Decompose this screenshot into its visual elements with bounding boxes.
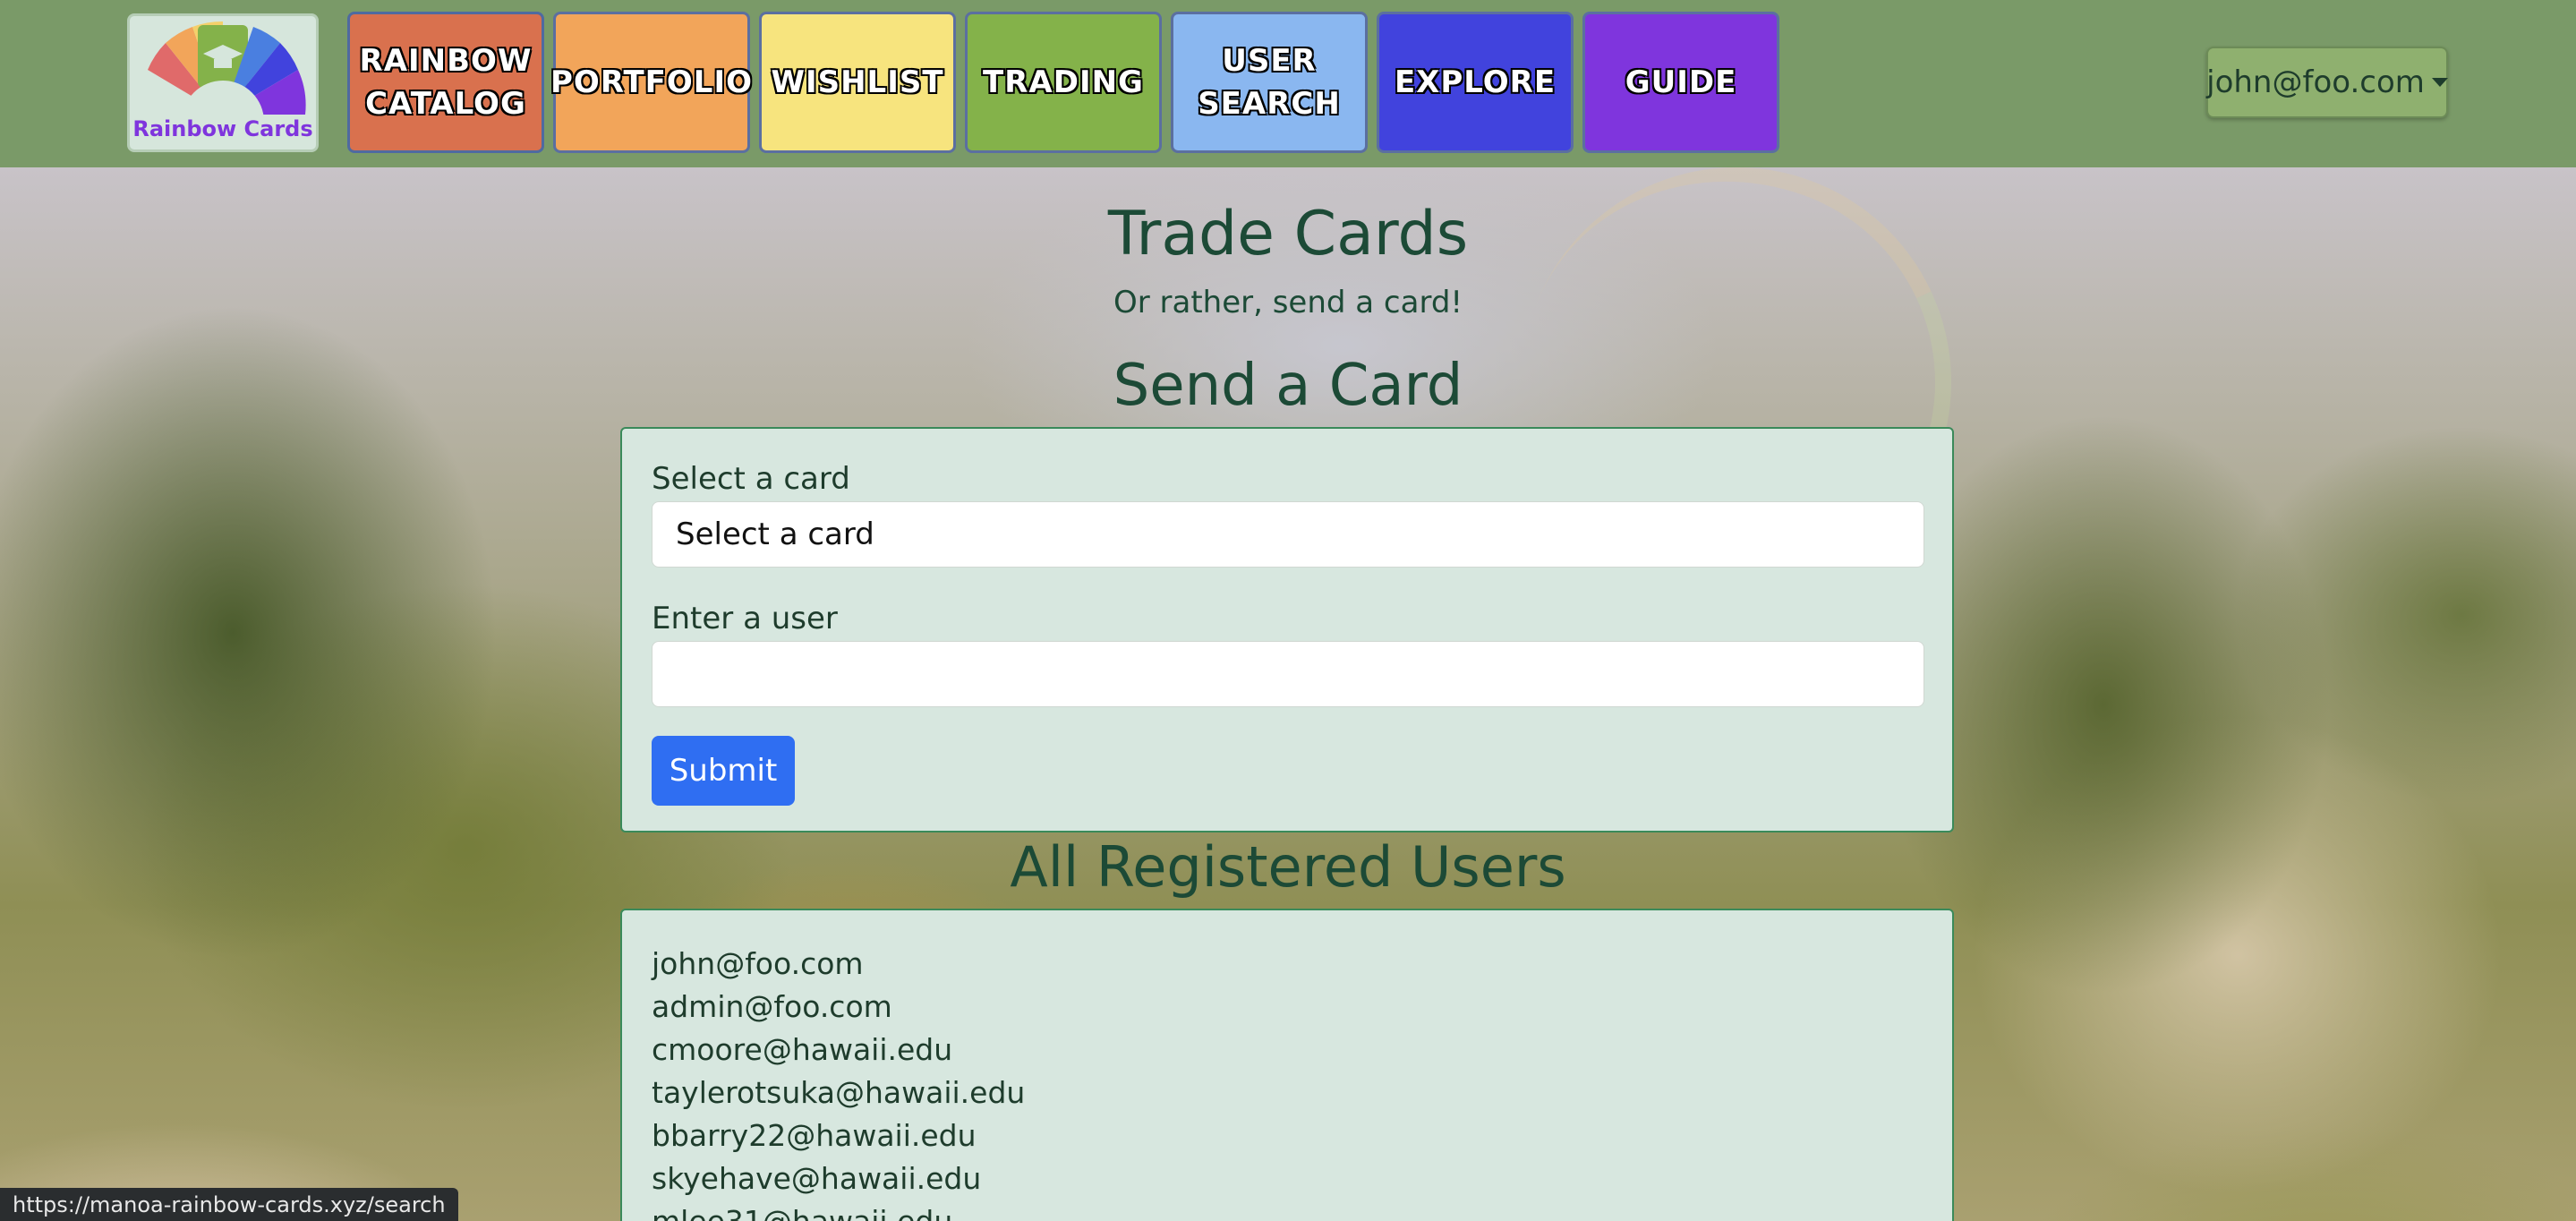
page-title: Trade Cards	[1107, 199, 1469, 269]
card-select-label: Select a card	[652, 461, 850, 497]
user-menu-label: john@foo.com	[2206, 64, 2425, 100]
submit-button[interactable]: Submit	[652, 736, 795, 806]
list-item: admin@foo.com	[652, 989, 892, 1024]
registered-users-list: john@foo.com admin@foo.com cmoore@hawaii…	[620, 909, 1954, 1221]
nav-portfolio-button[interactable]: PORTFOLIO	[550, 12, 754, 153]
app-logo[interactable]: Rainbow Cards	[127, 13, 319, 152]
list-item: mlee31@hawaii.edu	[652, 1200, 1923, 1221]
nav-label: EXPLORE	[1394, 64, 1557, 100]
nav-explore-button[interactable]: EXPLORE	[1377, 12, 1574, 153]
nav-wishlist-button[interactable]: WISHLIST	[759, 12, 956, 153]
list-item: john@foo.com	[652, 946, 864, 981]
nav-label: TRADING	[983, 64, 1144, 100]
nav-label: RAINBOW CATALOG	[359, 43, 533, 122]
nav-user-search-button[interactable]: USER SEARCH	[1171, 12, 1368, 153]
page-subtitle: Or rather, send a card!	[1113, 285, 1463, 320]
chevron-down-icon	[2431, 78, 2448, 87]
status-bar-url: https://manoa-rainbow-cards.xyz/search	[0, 1188, 458, 1221]
list-item: cmoore@hawaii.edu	[652, 1032, 953, 1067]
send-card-form: Select a card Select a card Enter a user…	[620, 427, 1954, 832]
nav-guide-button[interactable]: GUIDE	[1582, 12, 1779, 153]
list-item: skyehave@hawaii.edu	[652, 1161, 982, 1196]
nav-rainbow-catalog-button[interactable]: RAINBOW CATALOG	[347, 12, 544, 153]
card-select-value: Select a card	[676, 517, 874, 552]
nav-label: GUIDE	[1625, 64, 1737, 100]
nav-label: WISHLIST	[771, 64, 944, 100]
nav-label: USER SEARCH	[1198, 43, 1341, 122]
send-card-heading: Send a Card	[1113, 353, 1463, 419]
user-input-label: Enter a user	[652, 601, 838, 636]
nav-trading-button[interactable]: TRADING	[965, 12, 1162, 153]
registered-users-heading: All Registered Users	[1010, 834, 1566, 900]
navbar: Rainbow Cards RAINBOW CATALOG PORTFOLIO …	[0, 0, 2576, 167]
user-menu-dropdown[interactable]: john@foo.com	[2206, 47, 2448, 118]
list-item: taylerotsuka@hawaii.edu	[652, 1075, 1026, 1110]
logo-text: Rainbow Cards	[132, 116, 313, 141]
card-select[interactable]: Select a card	[652, 501, 1924, 568]
nav-label: PORTFOLIO	[550, 64, 754, 100]
list-item: bbarry22@hawaii.edu	[652, 1118, 977, 1153]
user-input[interactable]	[652, 641, 1924, 707]
